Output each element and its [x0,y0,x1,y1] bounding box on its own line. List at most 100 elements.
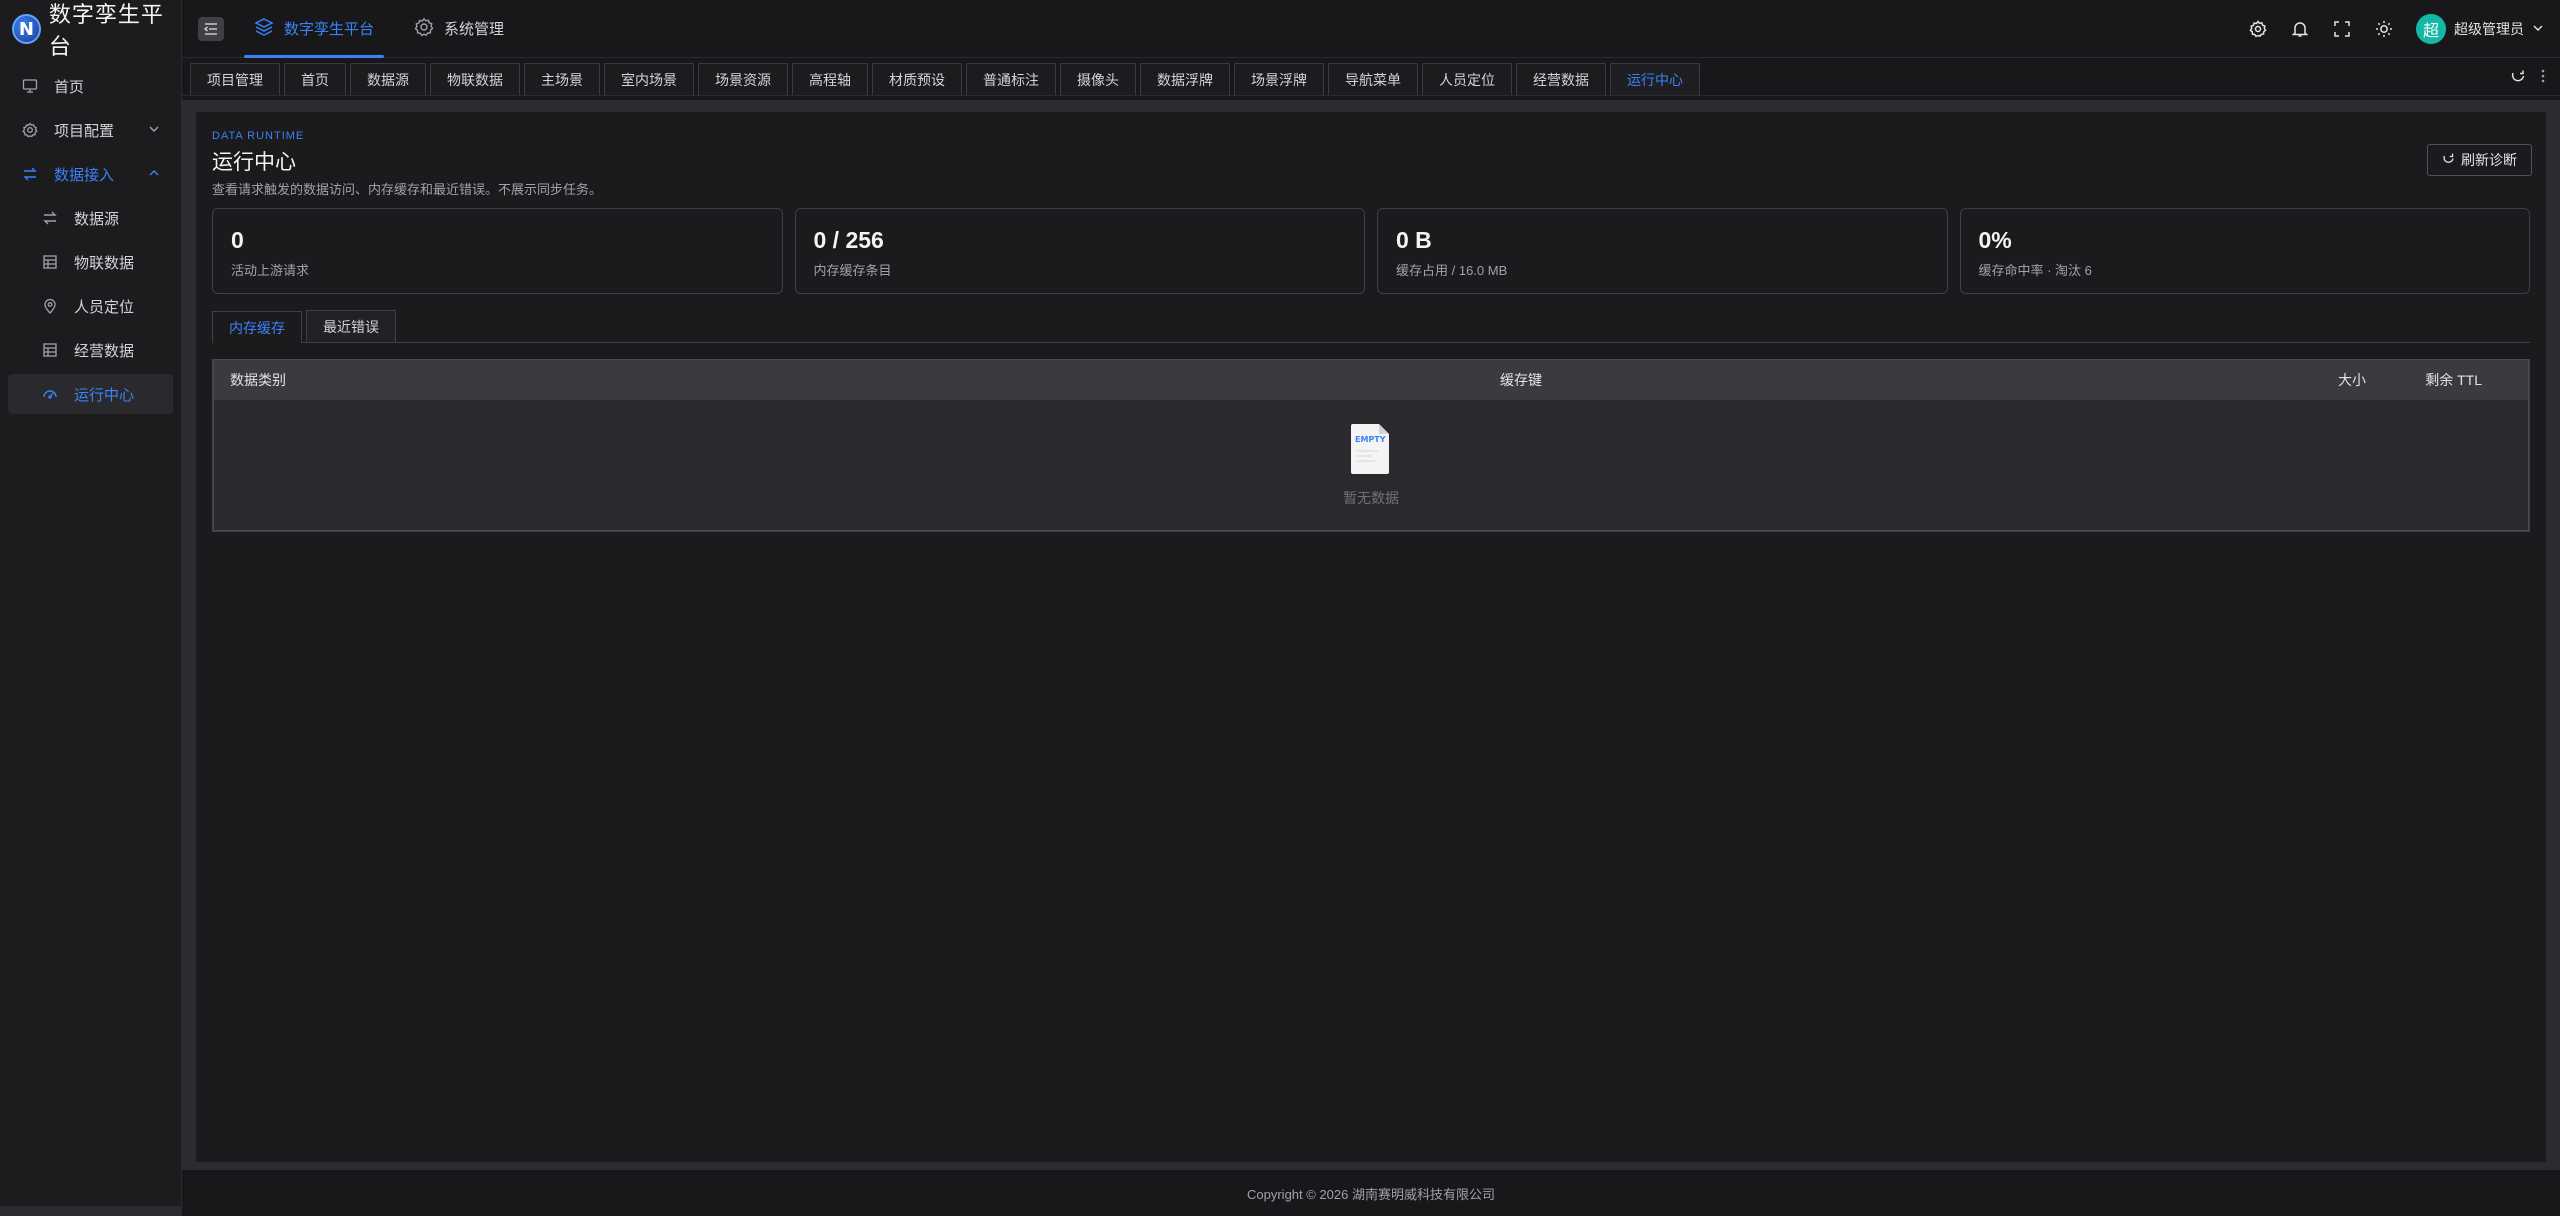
refresh-label: 刷新诊断 [2461,152,2517,168]
dashboard-gauge-icon [40,384,60,404]
sidebar-item-data-access[interactable]: 数据接入 [8,154,173,194]
stat-value: 0 [231,227,244,253]
tab-home[interactable]: 首页 [284,63,346,95]
sidebar-item-home[interactable]: 首页 [8,66,173,106]
tab-memory-cache[interactable]: 内存缓存 [212,311,302,343]
cache-table: 数据类别 缓存键 大小 剩余 TTL EMPTY 暂无数据 [213,359,2529,531]
topnav-digital-twin[interactable]: 数字孪生平台 [244,0,385,58]
sidebar-item-label: 首页 [54,78,85,96]
empty-state-text: 暂无数据 [1343,490,1399,506]
table-header: 数据类别 缓存键 大小 剩余 TTL [214,360,2528,400]
tab-camera[interactable]: 摄像头 [1060,63,1136,95]
sidebar: N 数字孪生平台 首页 项目配置 数据接入 数据源 物联数据 人员定位 经营数据… [0,0,182,1216]
footer: Copyright © 2026 湖南赛明威科技有限公司 [182,1170,2560,1216]
tab-indoor-scene[interactable]: 室内场景 [604,63,694,95]
sidebar-item-label: 数据接入 [54,166,115,184]
tab-scene-resources[interactable]: 场景资源 [698,63,788,95]
inner-tabs: 内存缓存 最近错误 [212,310,2530,343]
app-logo[interactable]: N 数字孪生平台 [0,0,181,60]
swap-icon [20,164,40,184]
table-body-empty: EMPTY 暂无数据 [214,400,2528,530]
sidebar-menu: 首页 项目配置 数据接入 数据源 物联数据 人员定位 经营数据 运行中心 [0,58,181,414]
topnav-label: 数字孪生平台 [284,21,375,38]
tab-normal-annotation[interactable]: 普通标注 [966,63,1056,95]
gear-icon [414,17,434,41]
sidebar-item-label: 物联数据 [74,254,135,272]
bell-icon[interactable] [2290,19,2310,39]
stat-label: 活动上游请求 [231,263,310,278]
column-header-cache-key[interactable]: 缓存键 [774,370,2268,390]
sidebar-item-business-data[interactable]: 经营数据 [8,330,173,370]
empty-icon-text: EMPTY [1355,435,1386,444]
gear-icon [20,120,40,140]
copyright-text: Copyright © 2026 湖南赛明威科技有限公司 [1247,1186,1495,1202]
stat-label: 缓存占用 / 16.0 MB [1396,263,1508,278]
app-title: 数字孪生平台 [48,3,164,60]
tab-data-floating-card[interactable]: 数据浮牌 [1140,63,1230,95]
user-menu[interactable]: 超 超级管理员 [2416,14,2544,44]
stat-value: 0 / 256 [813,227,884,253]
monitor-icon [20,76,40,96]
runtime-panel: DATA RUNTIME 运行中心 查看请求触发的数据访问、内存缓存和最近错误。… [196,112,2546,1162]
swap-icon [40,208,60,228]
sidebar-scrollbar[interactable] [0,1206,182,1216]
tab-elevation-axis[interactable]: 高程轴 [792,63,868,95]
table-icon [40,252,60,272]
column-header-size[interactable]: 大小 [2268,370,2398,390]
column-header-category[interactable]: 数据类别 [214,370,774,390]
theme-toggle-icon[interactable] [2374,19,2394,39]
fullscreen-icon[interactable] [2332,19,2352,39]
stat-card-cache-usage: 0 B 缓存占用 / 16.0 MB [1377,208,1948,294]
tab-recent-errors[interactable]: 最近错误 [306,310,396,342]
sidebar-item-label: 经营数据 [74,342,135,360]
tab-material-presets[interactable]: 材质预设 [872,63,962,95]
sidebar-item-iot-data[interactable]: 物联数据 [8,242,173,282]
tab-navigation-menu[interactable]: 导航菜单 [1328,63,1418,95]
reload-icon[interactable] [2510,68,2526,88]
sidebar-item-label: 运行中心 [74,386,135,404]
page-description: 查看请求触发的数据访问、内存缓存和最近错误。不展示同步任务。 [212,182,603,197]
content-area: DATA RUNTIME 运行中心 查看请求触发的数据访问、内存缓存和最近错误。… [182,100,2560,1170]
tab-scene-floating-card[interactable]: 场景浮牌 [1234,63,1324,95]
sidebar-item-personnel-location[interactable]: 人员定位 [8,286,173,326]
tab-personnel-location[interactable]: 人员定位 [1422,63,1512,95]
table-icon [40,340,60,360]
sidebar-item-project-config[interactable]: 项目配置 [8,110,173,150]
more-vertical-icon[interactable] [2540,68,2546,88]
logo-icon: N [12,14,41,44]
tab-data-source[interactable]: 数据源 [350,63,426,95]
avatar: 超 [2416,14,2446,44]
column-header-ttl[interactable]: 剩余 TTL [2398,370,2528,390]
page-tabs-bar: 项目管理 首页 数据源 物联数据 主场景 室内场景 场景资源 高程轴 材质预设 … [182,58,2560,96]
page-kicker: DATA RUNTIME [212,130,305,142]
sidebar-item-data-source[interactable]: 数据源 [8,198,173,238]
sidebar-item-label: 数据源 [74,210,120,228]
username: 超级管理员 [2454,21,2524,37]
settings-icon[interactable] [2248,19,2268,39]
menu-collapse-button[interactable] [198,16,224,41]
empty-file-icon: EMPTY [1351,424,1389,474]
sidebar-item-label: 项目配置 [54,122,115,140]
sidebar-item-runtime-center[interactable]: 运行中心 [8,374,173,414]
tab-business-data[interactable]: 经营数据 [1516,63,1606,95]
chevron-down-icon [147,122,161,140]
tab-project-management[interactable]: 项目管理 [190,63,280,95]
stat-label: 缓存命中率 · 淘汰 6 [1978,263,2092,278]
stat-card-active-requests: 0 活动上游请求 [212,208,783,294]
tab-iot-data[interactable]: 物联数据 [430,63,520,95]
tab-runtime-center[interactable]: 运行中心 [1610,63,1700,95]
cache-table-container: 数据类别 缓存键 大小 剩余 TTL EMPTY 暂无数据 [212,359,2530,532]
tab-main-scene[interactable]: 主场景 [524,63,600,95]
stat-card-hit-rate: 0% 缓存命中率 · 淘汰 6 [1959,208,2530,294]
tabs-actions [2510,68,2546,88]
refresh-icon [2442,152,2455,168]
layers-icon [254,17,274,41]
chevron-down-icon [2532,21,2544,38]
topnav-system-management[interactable]: 系统管理 [404,0,514,58]
refresh-diagnostics-button[interactable]: 刷新诊断 [2427,144,2532,176]
location-pin-icon [40,296,60,316]
top-header: 数字孪生平台 系统管理 超 超级管理员 [182,0,2560,58]
topnav-label: 系统管理 [444,21,505,38]
sidebar-item-label: 人员定位 [74,298,135,316]
top-nav: 数字孪生平台 系统管理 [244,0,534,58]
